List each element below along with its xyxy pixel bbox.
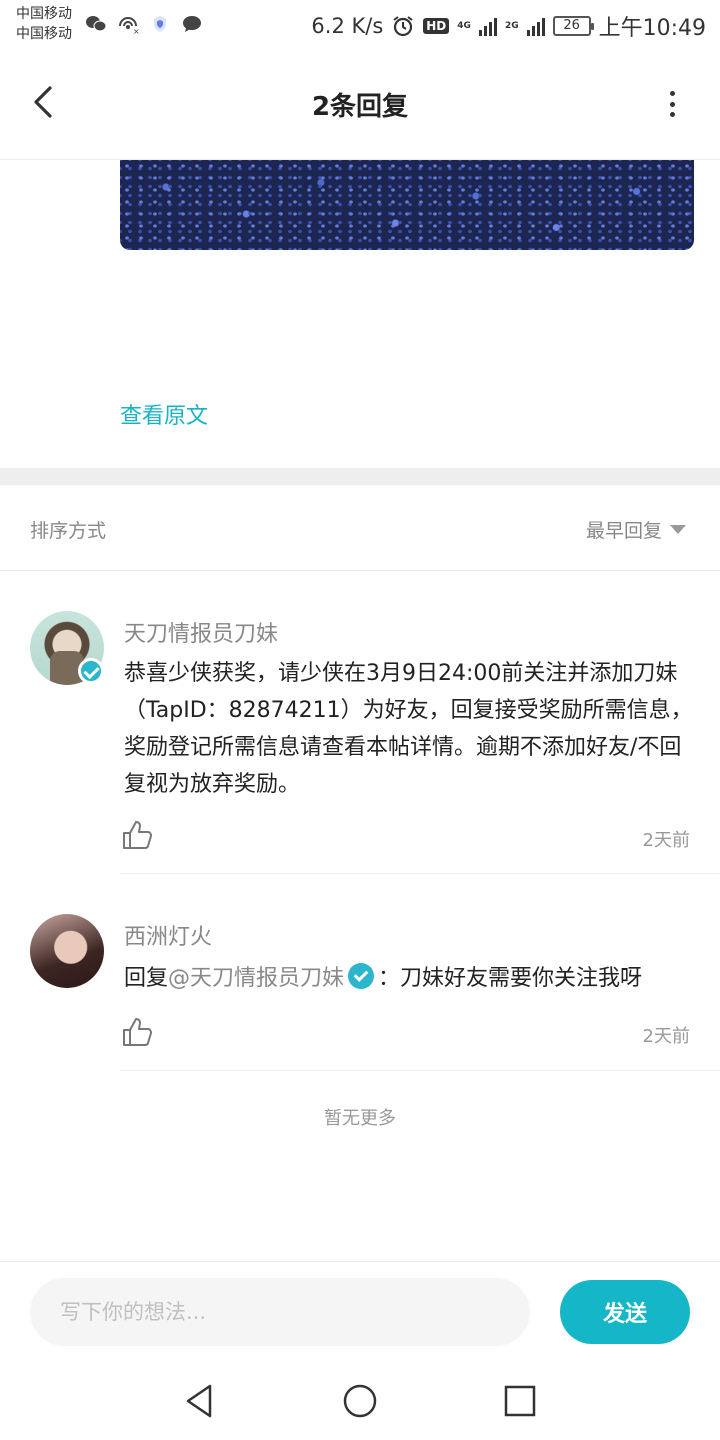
network-4g: 4G [457, 21, 471, 31]
comment-item: 西洲灯火 回复@天刀情报员刀妹 ：刀妹好友需要你关注我呀 2天前 [0, 874, 720, 1071]
comment-time: 2天前 [642, 1026, 690, 1047]
wechat-icon [86, 16, 107, 32]
comment-author[interactable]: 西洲灯火 [124, 919, 212, 951]
carrier-info: 中国移动 中国移动 [16, 4, 72, 44]
section-divider [0, 468, 720, 485]
more-vertical-icon[interactable] [660, 86, 684, 122]
nav-back-icon[interactable] [180, 1381, 220, 1421]
verified-icon [78, 658, 104, 684]
signal-icon [478, 16, 497, 36]
clock: 上午10:49 [598, 16, 706, 41]
battery-icon: 26 [552, 16, 594, 36]
sort-label: 排序方式 [30, 520, 107, 542]
comment-text: 恭喜少侠获奖，请少侠在3月9日24:00前关注并添加刀妹（TapID：82874… [124, 661, 693, 797]
reply-input-bar: 发送 [0, 1261, 720, 1361]
sort-row: 排序方式 最早回复 [0, 485, 720, 571]
reply-input[interactable] [30, 1278, 530, 1346]
hd-badge: HD [423, 18, 450, 34]
thumbs-up-icon[interactable] [120, 818, 154, 852]
status-right: 6.2 K/s HD 4G 2G 26 上午10:49 [311, 10, 706, 42]
no-more-text: 暂无更多 [324, 1108, 396, 1129]
nav-home-icon[interactable] [340, 1381, 380, 1421]
thumbs-up-icon[interactable] [120, 1015, 154, 1049]
svg-text:×: × [133, 27, 140, 36]
title-bar: 2条回复 [0, 50, 720, 160]
mention-link[interactable]: @天刀情报员刀妹 [168, 966, 344, 991]
comment-separator [120, 1070, 720, 1071]
carrier-1: 中国移动 [16, 6, 72, 22]
alarm-icon [393, 16, 413, 37]
system-nav-bar [0, 1361, 720, 1440]
send-button[interactable]: 发送 [560, 1280, 690, 1344]
nav-recents-icon[interactable] [500, 1381, 540, 1421]
verified-icon [348, 963, 375, 989]
notification-icons: × [84, 12, 204, 36]
status-bar: 中国移动 中国移动 × 6.2 K/s HD 4G 2G 26 上午10:49 [0, 0, 720, 50]
view-original-link[interactable]: 查看原文 [120, 398, 208, 430]
comment-time: 2天前 [642, 830, 690, 851]
network-2g: 2G [504, 21, 519, 31]
network-speed: 6.2 K/s [311, 14, 384, 38]
comment-item: 天刀情报员刀妹 恭喜少侠获奖，请少侠在3月9日24:00前关注并添加刀妹（Tap… [0, 571, 720, 874]
post-image[interactable] [120, 160, 694, 250]
reply-text: ：刀妹好友需要你关注我呀 [378, 966, 643, 991]
sort-dropdown[interactable]: 最早回复 [586, 516, 662, 543]
signal-icon-2 [526, 16, 545, 36]
avatar[interactable] [30, 914, 104, 988]
comment-text: 回复@天刀情报员刀妹 ：刀妹好友需要你关注我呀 [124, 960, 694, 997]
carrier-2: 中国移动 [16, 26, 72, 42]
hotspot-icon: × [119, 17, 140, 36]
reply-prefix: 回复 [124, 966, 169, 991]
comment-author[interactable]: 天刀情报员刀妹 [124, 616, 278, 648]
message-icon [183, 16, 201, 32]
shield-icon [154, 16, 166, 32]
caret-down-icon[interactable] [670, 525, 686, 534]
page-title: 2条回复 [311, 92, 409, 122]
